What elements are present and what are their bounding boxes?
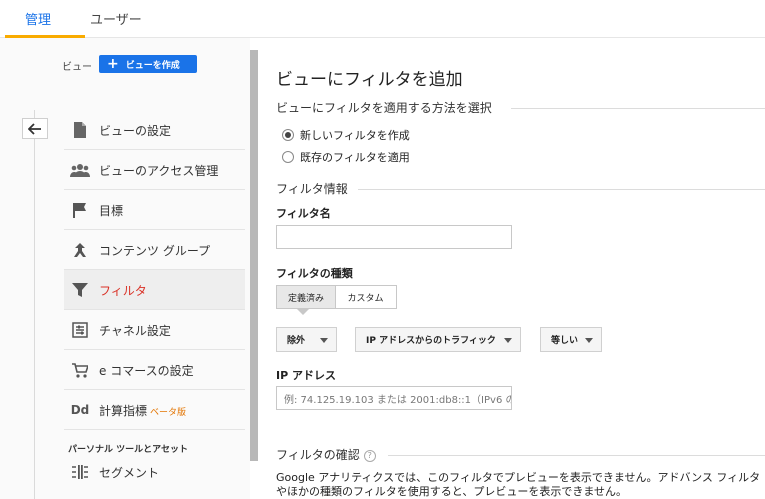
- sidebar-item-filters[interactable]: フィルタ: [64, 270, 245, 310]
- section-divider: [511, 108, 765, 109]
- dropdown-value: IP アドレスからのトラフィック: [366, 336, 496, 346]
- radio-button-selected[interactable]: [282, 129, 294, 141]
- verify-section-title: フィルタの確認?: [276, 446, 376, 463]
- tab-custom[interactable]: カスタム: [335, 285, 397, 309]
- filter-icon: [70, 281, 90, 299]
- arrow-left-icon: [28, 122, 41, 135]
- back-button[interactable]: [22, 118, 48, 139]
- sidebar-item-view-settings[interactable]: ビューの設定: [64, 110, 245, 150]
- expression-dropdown[interactable]: 等しい: [540, 327, 602, 352]
- nav-divider-line: [34, 110, 35, 499]
- selected-tab-pointer: [297, 309, 309, 315]
- document-icon: [70, 121, 90, 139]
- radio-label: 新しいフィルタを作成: [300, 129, 410, 142]
- segment-icon: [70, 463, 90, 481]
- plus-icon: +: [107, 56, 119, 72]
- sidebar-item-channel-settings[interactable]: チャネル設定: [64, 310, 245, 350]
- sidebar-item-label: ビューのアクセス管理: [99, 164, 219, 178]
- chevron-down-icon: [504, 338, 512, 343]
- sidebar-item-content-groups[interactable]: コンテンツ グループ: [64, 230, 245, 270]
- sidebar-item-label: コンテンツ グループ: [99, 244, 211, 258]
- help-icon[interactable]: ?: [363, 450, 376, 462]
- sidebar-item-view-access[interactable]: ビューのアクセス管理: [64, 150, 245, 190]
- chevron-down-icon: [320, 338, 328, 343]
- filter-info-section-title: フィルタ情報: [276, 182, 348, 196]
- sidebar-item-label: ビューの設定: [99, 124, 172, 138]
- dropdown-value: 等しい: [551, 336, 579, 346]
- sidebar-item-label: セグメント: [99, 466, 160, 480]
- radio-apply-existing[interactable]: 既存のフィルタを適用: [282, 149, 410, 165]
- tab-user[interactable]: ユーザー: [90, 9, 142, 28]
- people-icon: [70, 161, 90, 179]
- channel-icon: [70, 321, 90, 339]
- left-nav-panel: ビュー + ビューを作成 ビューの設定 ビューのアクセス管理 目標 コンテンツ: [0, 38, 250, 499]
- section-divider: [388, 455, 765, 456]
- chevron-down-icon: [585, 338, 593, 343]
- filter-name-input[interactable]: [276, 225, 512, 249]
- tab-admin[interactable]: 管理: [25, 9, 51, 28]
- top-tab-bar: 管理 ユーザー: [0, 0, 765, 38]
- beta-badge: ベータ版: [150, 408, 187, 418]
- ip-address-label: IP アドレス: [276, 369, 336, 382]
- exclude-dropdown[interactable]: 除外: [276, 327, 337, 352]
- sidebar-item-ecommerce-settings[interactable]: e コマースの設定: [64, 350, 245, 390]
- sidebar-item-label: 計算指標 ベータ版: [99, 404, 187, 418]
- create-view-label: ビューを作成: [125, 60, 180, 71]
- radio-label: 既存のフィルタを適用: [300, 151, 410, 164]
- view-label: ビュー: [62, 62, 92, 73]
- sidebar-item-segments[interactable]: セグメント: [64, 452, 245, 492]
- method-section-title: ビューにフィルタを適用する方法を選択: [276, 101, 492, 115]
- create-view-button[interactable]: + ビューを作成: [99, 55, 197, 73]
- traffic-source-dropdown[interactable]: IP アドレスからのトラフィック: [355, 327, 521, 352]
- sidebar-item-label: フィルタ: [99, 284, 147, 298]
- sidebar-item-label: チャネル設定: [99, 324, 171, 338]
- filter-name-label: フィルタ名: [276, 207, 331, 220]
- radio-create-new[interactable]: 新しいフィルタを作成: [282, 127, 410, 143]
- left-panel-scrollbar[interactable]: [250, 50, 258, 461]
- radio-button[interactable]: [282, 151, 294, 163]
- filter-type-label: フィルタの種類: [276, 267, 353, 280]
- sidebar-item-calculated-metrics[interactable]: Dd 計算指標 ベータ版: [64, 390, 245, 430]
- flag-icon: [70, 201, 90, 219]
- content-group-icon: [70, 241, 90, 259]
- section-divider: [358, 189, 765, 190]
- sidebar-item-goals[interactable]: 目標: [64, 190, 245, 230]
- preview-note: Google アナリティクスでは、このフィルタでプレビューを表示できません。アド…: [276, 471, 761, 498]
- main-content: ビューにフィルタを追加 ビューにフィルタを適用する方法を選択 新しいフィルタを作…: [258, 38, 765, 499]
- cart-icon: [70, 361, 90, 379]
- sidebar-item-label: 目標: [99, 204, 124, 218]
- page-title: ビューにフィルタを追加: [276, 70, 463, 90]
- ip-address-input[interactable]: 例: 74.125.19.103 または 2001:db8::1（IPv6 の: [276, 386, 512, 410]
- sidebar-item-label: e コマースの設定: [99, 364, 194, 378]
- dd-icon: Dd: [70, 403, 90, 417]
- dropdown-value: 除外: [287, 336, 306, 346]
- tab-predefined[interactable]: 定義済み: [276, 285, 336, 309]
